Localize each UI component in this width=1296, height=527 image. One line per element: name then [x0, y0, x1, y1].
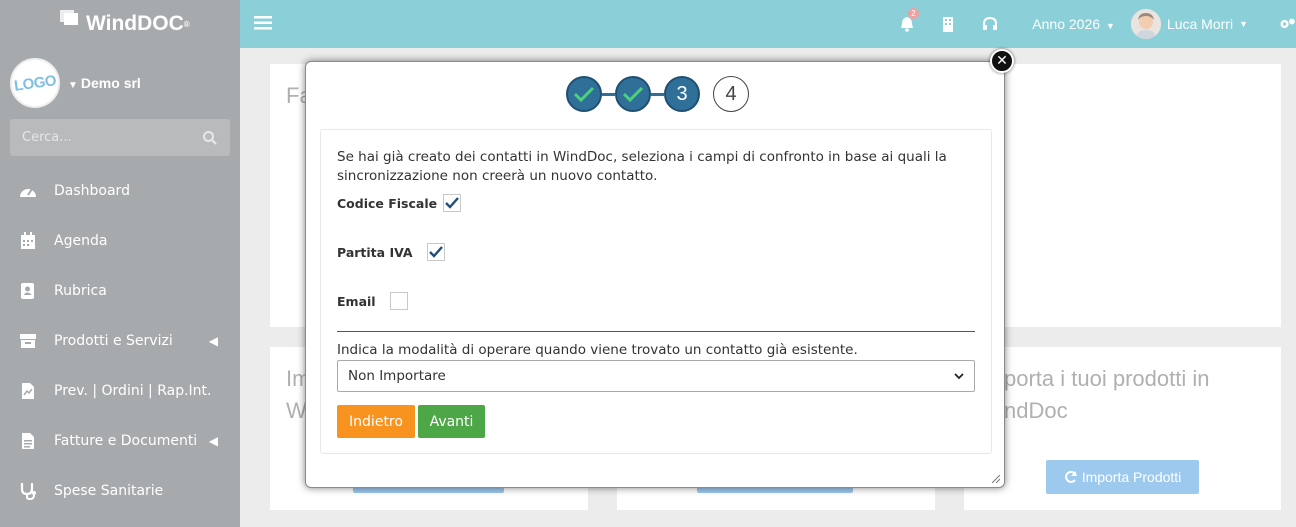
import-products-button[interactable]: Importa Prodotti	[1046, 460, 1199, 494]
dashboard-icon	[18, 181, 38, 201]
sidebar-item-preventivi-ordini[interactable]: Prev. | Ordini | Rap.Int.	[0, 366, 240, 416]
sidebar-item-fatture-documenti[interactable]: Fatture e Documenti ◀	[0, 416, 240, 466]
close-modal-button[interactable]: ✕	[990, 49, 1014, 73]
company-logo-text: LOGO	[12, 71, 58, 95]
caret-down-icon: ▼	[1106, 21, 1115, 31]
user-name: Luca Morri	[1166, 16, 1234, 32]
sidebar-item-label: Spese Sanitarie	[54, 483, 164, 499]
checkmark-icon	[445, 197, 460, 209]
step-connector	[651, 92, 664, 96]
step-3-active: 3	[664, 76, 700, 112]
sidebar-item-rubrica[interactable]: Rubrica	[0, 266, 240, 316]
modal-body: Se hai già creato dei contatti in WindDo…	[320, 129, 992, 454]
field-partita-iva: Partita IVA	[337, 243, 445, 261]
sidebar-item-prodotti-servizi[interactable]: Prodotti e Servizi ◀	[0, 316, 240, 366]
check-icon	[573, 86, 595, 103]
sync-intro-text: Se hai già creato dei contatti in WindDo…	[337, 149, 947, 184]
sidebar-nav: Dashboard Agenda Rubrica Prodotti e Serv…	[0, 166, 240, 516]
calendar-icon	[18, 231, 38, 251]
building-icon[interactable]	[942, 16, 954, 32]
sidebar: WindDOC® LOGO ▼Demo srl Dashboard Agenda	[0, 0, 240, 527]
check-icon	[622, 86, 644, 103]
sidebar-item-label: Fatture e Documenti	[54, 433, 198, 449]
import-wizard-modal: 3 4 Se hai già creato dei contatti in Wi…	[305, 61, 1005, 488]
sidebar-item-label: Dashboard	[54, 183, 130, 199]
headset-icon[interactable]	[982, 17, 998, 31]
close-icon: ✕	[996, 53, 1008, 69]
brand-logo[interactable]: WindDOC ®	[0, 0, 240, 48]
codice-fiscale-checkbox[interactable]	[443, 194, 462, 212]
search-icon[interactable]	[202, 130, 218, 146]
sidebar-item-label: Agenda	[54, 233, 108, 249]
chevron-down-icon	[954, 373, 964, 380]
brand-logo-icon	[60, 10, 78, 25]
sidebar-item-label: Rubrica	[54, 283, 107, 299]
back-button[interactable]: Indietro	[337, 405, 415, 438]
wizard-steps: 3 4	[566, 76, 749, 112]
document-icon	[18, 431, 38, 451]
year-selector[interactable]: Anno 2026 ▼	[1032, 16, 1115, 32]
resize-handle-icon[interactable]	[992, 475, 1000, 483]
field-email: Email	[337, 292, 408, 310]
notifications-button[interactable]: 2	[900, 8, 919, 32]
card-title-line2: W	[286, 398, 307, 423]
sidebar-item-agenda[interactable]: Agenda	[0, 216, 240, 266]
sidebar-search	[10, 119, 230, 156]
step-4-pending: 4	[713, 76, 749, 112]
refresh-icon	[1064, 470, 1077, 483]
document-chart-icon	[18, 381, 38, 401]
search-input[interactable]	[22, 130, 192, 145]
mode-label: Indica la modalità di operare quando vie…	[337, 342, 858, 358]
partita-iva-checkbox[interactable]	[426, 243, 445, 261]
chevron-left-icon: ◀	[208, 434, 218, 448]
company-logo: LOGO	[10, 58, 60, 108]
address-book-icon	[18, 281, 38, 301]
brand-name: WindDOC	[86, 12, 184, 35]
year-label: Anno 2026	[1032, 16, 1101, 32]
menu-icon[interactable]	[254, 14, 272, 32]
sidebar-item-label: Prodotti e Servizi	[54, 333, 173, 349]
field-codice-fiscale: Codice Fiscale	[337, 194, 462, 212]
notification-count-badge: 2	[908, 8, 919, 19]
field-label: Email	[337, 293, 376, 309]
settings-icon[interactable]	[1278, 16, 1296, 32]
user-menu[interactable]: Luca Morri ▼	[1130, 9, 1248, 39]
import-products-label: Importa Prodotti	[1081, 469, 1182, 485]
caret-down-icon: ▼	[1239, 19, 1248, 29]
caret-down-icon: ▼	[68, 80, 78, 91]
brand-registered-mark: ®	[183, 19, 190, 29]
checkmark-icon	[428, 246, 443, 258]
chevron-left-icon: ◀	[208, 334, 218, 348]
card-title-line2: ndDoc	[1004, 398, 1068, 423]
stethoscope-icon	[18, 481, 38, 501]
sidebar-item-label: Prev. | Ordini | Rap.Int.	[54, 383, 212, 399]
mode-select-value: Non Importare	[348, 368, 446, 384]
avatar	[1130, 9, 1161, 39]
step-1-done	[566, 76, 602, 112]
mode-select[interactable]: Non Importare	[337, 360, 975, 392]
step-connector	[602, 92, 615, 96]
background-card-3: porta i tuoi prodotti in ndDoc Importa P…	[964, 347, 1281, 510]
sidebar-item-spese-sanitarie[interactable]: Spese Sanitarie	[0, 466, 240, 516]
divider	[337, 331, 975, 332]
field-label: Partita IVA	[337, 244, 413, 260]
company-name: Demo srl	[80, 75, 141, 91]
box-icon	[18, 331, 38, 351]
next-button[interactable]: Avanti	[418, 405, 485, 438]
email-checkbox[interactable]	[389, 292, 408, 310]
field-label: Codice Fiscale	[337, 195, 438, 211]
card-title-line1: porta i tuoi prodotti in	[1004, 366, 1210, 391]
sidebar-item-dashboard[interactable]: Dashboard	[0, 166, 240, 216]
company-switcher[interactable]: LOGO ▼ Demo srl	[10, 58, 230, 108]
topbar: 2 Anno 2026 ▼ Luca Morri ▼	[240, 0, 1296, 48]
step-2-done	[615, 76, 651, 112]
